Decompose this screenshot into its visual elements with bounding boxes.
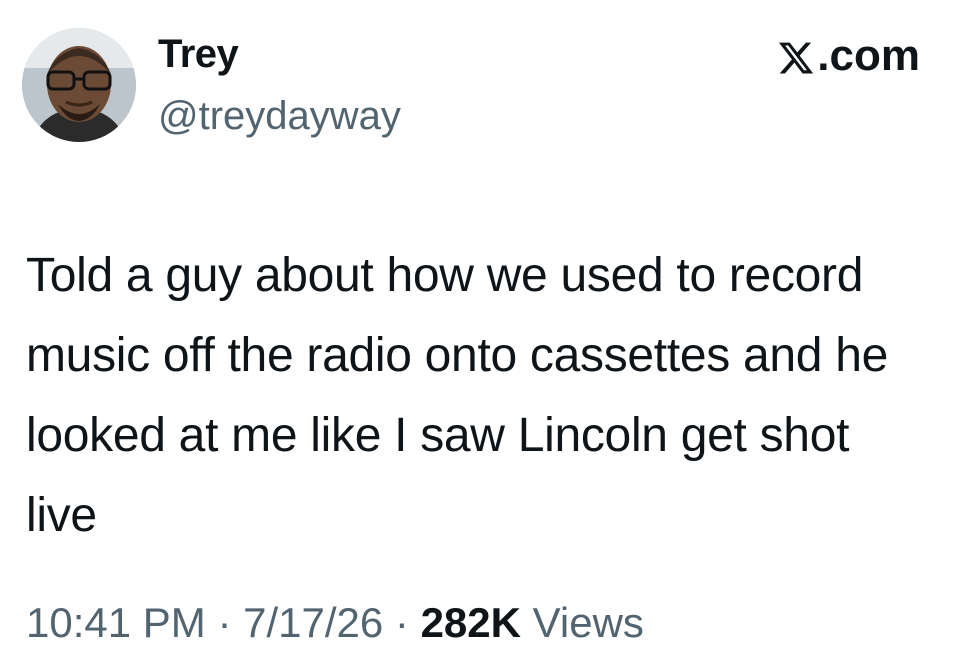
meta-separator: ·	[383, 599, 421, 646]
author-display-name[interactable]: Trey	[158, 30, 239, 78]
views-count[interactable]: 282K	[421, 599, 521, 646]
site-domain-text: .com	[817, 31, 920, 80]
tweet-body-text: Told a guy about how we used to record m…	[26, 249, 889, 542]
tweet-time[interactable]: 10:41 PM	[26, 599, 206, 646]
author-handle[interactable]: @treydayway	[158, 92, 401, 140]
profile-photo-icon	[22, 28, 136, 142]
site-label: .com	[777, 30, 920, 82]
tweet-date[interactable]: 7/17/26	[243, 599, 383, 646]
tweet-meta: 10:41 PM · 7/17/26 · 282K Views	[26, 598, 644, 648]
author-avatar[interactable]	[22, 28, 136, 142]
views-label: Views	[520, 599, 644, 646]
tweet-card: Trey @treydayway .com Told a guy about h…	[0, 0, 960, 665]
meta-separator: ·	[205, 599, 244, 646]
x-logo-icon	[777, 37, 815, 75]
